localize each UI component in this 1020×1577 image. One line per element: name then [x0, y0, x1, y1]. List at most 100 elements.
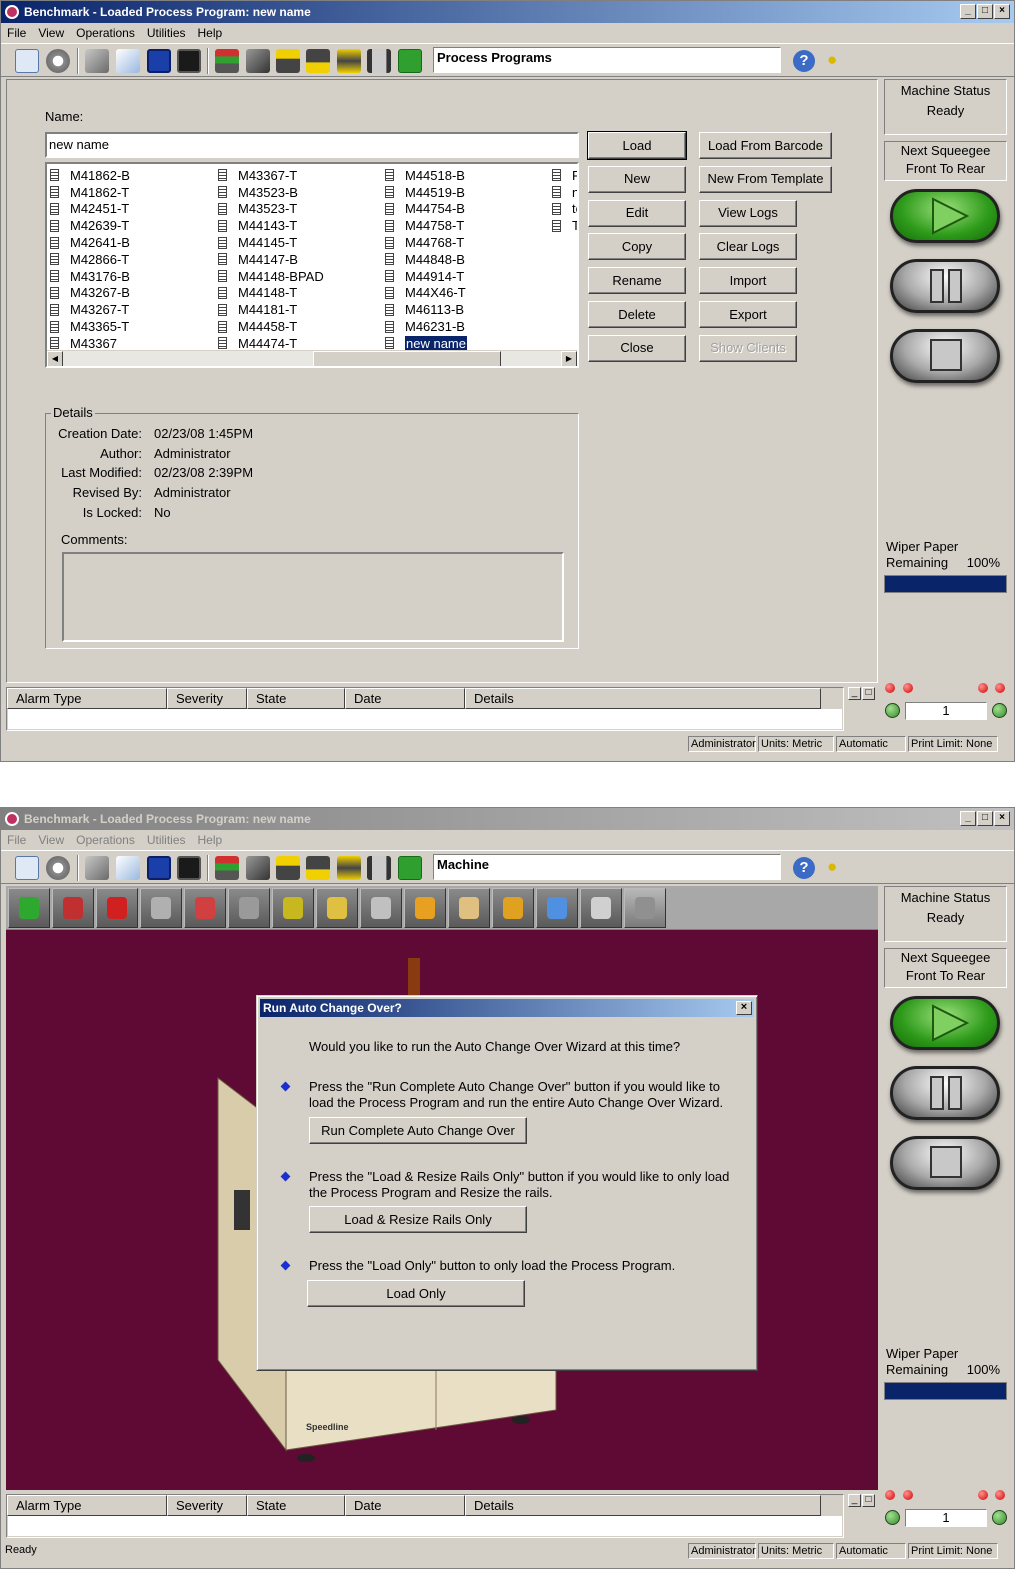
program-list-item[interactable]: M43267-T — [50, 301, 130, 318]
menu-utilities[interactable]: Utilities — [141, 833, 192, 847]
close-window-button[interactable]: × — [994, 4, 1010, 19]
menu-view[interactable]: View — [32, 26, 70, 40]
help-icon[interactable]: ? — [793, 857, 815, 879]
lock-icon[interactable] — [398, 856, 422, 880]
vision-icon[interactable] — [580, 888, 622, 928]
program-name-input[interactable]: new name — [45, 132, 579, 158]
program-list-item[interactable]: M43365-T — [50, 318, 130, 335]
save-all-icon[interactable] — [177, 49, 201, 73]
program-list-item[interactable]: M42639-T — [50, 217, 130, 234]
close-window-button[interactable]: × — [994, 811, 1010, 826]
horizontal-scrollbar[interactable]: ◀ ▶ — [47, 350, 577, 366]
minimize-button[interactable]: _ — [960, 811, 976, 826]
program-list-item[interactable]: n — [552, 184, 577, 201]
stop-button[interactable] — [890, 1136, 1000, 1190]
alarm-restore-icon[interactable]: □ — [862, 687, 875, 700]
load-button[interactable]: Load — [587, 131, 687, 160]
stencil-icon[interactable] — [52, 888, 94, 928]
delete-button[interactable]: Delete — [588, 301, 686, 328]
lightbulb-icon[interactable]: ● — [827, 50, 841, 70]
save-all-icon[interactable] — [177, 856, 201, 880]
program-list-item[interactable]: te — [552, 201, 577, 218]
scroll-right-icon[interactable]: ▶ — [561, 351, 577, 366]
program-list-item[interactable]: M42866-T — [50, 251, 130, 268]
run-button[interactable] — [890, 996, 1000, 1050]
drops-icon[interactable] — [536, 888, 578, 928]
book-icon[interactable] — [140, 888, 182, 928]
alarm-col-state[interactable]: State — [247, 1495, 345, 1516]
open-folder-icon[interactable] — [85, 49, 109, 73]
save-icon[interactable] — [147, 49, 171, 73]
save-icon[interactable] — [147, 856, 171, 880]
program-list-item[interactable]: M43267-B — [50, 285, 130, 302]
program-list-item[interactable]: T — [552, 217, 577, 234]
program-list-item[interactable]: M46113-B — [385, 301, 467, 318]
lightbulb-icon[interactable]: ● — [827, 857, 841, 877]
home-icon[interactable] — [15, 49, 39, 73]
alarm-col-date[interactable]: Date — [345, 688, 465, 709]
menu-help[interactable]: Help — [192, 833, 229, 847]
program-list-item[interactable]: M44147-B — [218, 251, 324, 268]
menu-operations[interactable]: Operations — [70, 26, 141, 40]
alarm-col-details[interactable]: Details — [465, 688, 821, 709]
paste-icon[interactable] — [448, 888, 490, 928]
raise-icon[interactable] — [276, 49, 300, 73]
rename-button[interactable]: Rename — [588, 267, 686, 295]
program-list-item[interactable]: F — [552, 167, 577, 184]
program-list-item[interactable]: M44758-T — [385, 217, 467, 234]
pause-button[interactable] — [890, 259, 1000, 313]
dialog-close-icon[interactable]: × — [736, 1001, 752, 1015]
program-list-item[interactable]: M44848-B — [385, 251, 467, 268]
notepad-icon[interactable] — [116, 856, 140, 880]
load-only-button[interactable]: Load Only — [307, 1280, 525, 1307]
board-icon[interactable] — [215, 49, 239, 73]
help-icon[interactable]: ? — [793, 50, 815, 72]
program-list-item[interactable]: M46231-B — [385, 318, 467, 335]
program-list-item[interactable]: M44148-BPAD — [218, 268, 324, 285]
clear-logs-button[interactable]: Clear Logs — [699, 233, 797, 261]
board-icon[interactable] — [215, 856, 239, 880]
program-list-item[interactable]: M44145-T — [218, 234, 324, 251]
screwdriver-icon[interactable] — [96, 888, 138, 928]
transfer-icon[interactable] — [492, 888, 534, 928]
lock-icon[interactable] — [398, 49, 422, 73]
wipe-icon[interactable] — [316, 888, 358, 928]
alarm-restore-icon[interactable]: □ — [862, 1494, 875, 1507]
program-list-item[interactable]: M44754-B — [385, 201, 467, 218]
graph-icon[interactable] — [184, 888, 226, 928]
alarm-col-date[interactable]: Date — [345, 1495, 465, 1516]
squeegee-icon[interactable] — [228, 888, 270, 928]
notepad-icon[interactable] — [116, 49, 140, 73]
menu-file[interactable]: File — [1, 26, 32, 40]
export-button[interactable]: Export — [699, 301, 797, 328]
camera-icon[interactable] — [246, 49, 270, 73]
pause-button[interactable] — [890, 1066, 1000, 1120]
program-list-item[interactable]: M44518-B — [385, 167, 467, 184]
menu-file[interactable]: File — [1, 833, 32, 847]
alarm-col-severity[interactable]: Severity — [167, 688, 247, 709]
alarm-minimize-icon[interactable]: _ — [848, 687, 861, 700]
tower-icon[interactable] — [367, 856, 391, 880]
program-list-item[interactable]: M44768-T — [385, 234, 467, 251]
lower-icon[interactable] — [306, 856, 330, 880]
run-complete-auto-change-over-button[interactable]: Run Complete Auto Change Over — [309, 1117, 527, 1144]
back-icon[interactable] — [46, 49, 70, 73]
home-icon[interactable] — [15, 856, 39, 880]
program-list-item[interactable]: M44143-T — [218, 217, 324, 234]
program-list[interactable]: M41862-B M41862-T M42451-T M42639-T M42641-B… — [45, 162, 579, 368]
alarm-col-type[interactable]: Alarm Type — [7, 1495, 167, 1516]
stop-button[interactable] — [890, 329, 1000, 383]
program-list-item[interactable]: M43523-B — [218, 184, 324, 201]
load-from-barcode-button[interactable]: Load From Barcode — [699, 132, 832, 159]
back-icon[interactable] — [46, 856, 70, 880]
refresh-icon[interactable] — [8, 888, 50, 928]
menu-operations[interactable]: Operations — [70, 833, 141, 847]
raise-icon[interactable] — [276, 856, 300, 880]
menu-view[interactable]: View — [32, 833, 70, 847]
program-list-item[interactable]: M43367-T — [218, 167, 324, 184]
minimize-button[interactable]: _ — [960, 4, 976, 19]
program-list-item[interactable]: M44519-B — [385, 184, 467, 201]
camera-icon[interactable] — [246, 856, 270, 880]
run-button[interactable] — [890, 189, 1000, 243]
program-list-item[interactable]: M43176-B — [50, 268, 130, 285]
